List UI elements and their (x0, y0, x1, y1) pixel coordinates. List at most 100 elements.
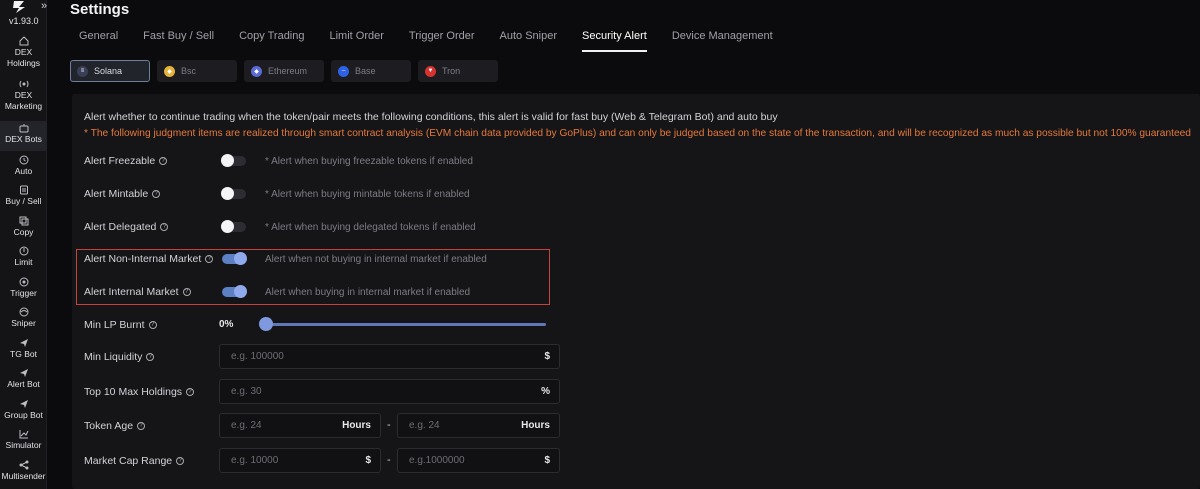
alert-internal-market-hint: Alert when buying in internal market if … (265, 287, 471, 298)
alert-freezable-toggle[interactable] (221, 154, 246, 167)
alert-delegated-hint: * Alert when buying delegated tokens if … (265, 222, 476, 233)
help-icon[interactable]: ? (205, 255, 214, 263)
tab-copy-trading[interactable]: Copy Trading (239, 30, 304, 52)
sidebar-item-buy-sell[interactable]: Buy / Sell (0, 185, 47, 207)
min-liquidity-label: Min Liquidity? (84, 351, 155, 363)
help-icon[interactable]: ? (137, 422, 146, 430)
sidebar-item-dex-marketing[interactable]: DEX Marketing (0, 79, 47, 112)
alert-non-internal-market-label: Alert Non-Internal Market? (84, 253, 214, 265)
tab-auto-sniper[interactable]: Auto Sniper (500, 30, 557, 52)
sidebar-item-multisender[interactable]: Multisender (0, 460, 47, 482)
alert-mintable-label: Alert Mintable? (84, 188, 161, 200)
sidebar-item-dex-bots[interactable]: DEX Bots (0, 121, 47, 151)
dollar-unit: $ (544, 455, 550, 466)
help-icon[interactable]: ? (176, 457, 185, 465)
hours-unit: Hours (342, 420, 371, 431)
send-icon (19, 399, 29, 409)
expand-sidebar-icon[interactable]: » (41, 0, 47, 12)
send-icon (19, 338, 29, 348)
sniper-icon (19, 307, 29, 317)
top10-max-holdings-label: Top 10 Max Holdings? (84, 386, 195, 398)
alert-description: Alert whether to continue trading when t… (84, 111, 778, 123)
help-icon[interactable]: ? (186, 388, 195, 396)
token-age-label: Token Age? (84, 420, 146, 432)
send-icon (19, 368, 29, 378)
min-liquidity-input[interactable]: e.g. 100000 $ (219, 344, 560, 369)
signal-icon (19, 79, 29, 89)
tab-trigger-order[interactable]: Trigger Order (409, 30, 475, 52)
solana-icon: ≡ (77, 65, 88, 77)
alert-freezable-label: Alert Freezable? (84, 155, 168, 167)
min-lp-burnt-label: Min LP Burnt? (84, 319, 157, 331)
app-version: v1.93.0 (9, 16, 39, 26)
tab-fast-buy-sell[interactable]: Fast Buy / Sell (143, 30, 214, 52)
alert-internal-market-toggle[interactable] (222, 285, 247, 298)
chain-bsc[interactable]: ◆ Bsc (157, 60, 237, 82)
min-lp-burnt-slider-thumb[interactable] (259, 317, 273, 331)
logo-icon (13, 1, 25, 13)
home-icon (19, 36, 29, 46)
chain-ethereum[interactable]: ◆ Ethereum (244, 60, 324, 82)
sidebar-item-trigger[interactable]: Trigger (0, 277, 47, 299)
market-cap-max-input[interactable]: e.g.1000000 $ (397, 448, 560, 473)
tab-general[interactable]: General (79, 30, 118, 52)
alert-mintable-toggle[interactable] (221, 187, 246, 200)
security-alert-panel: Alert whether to continue trading when t… (72, 94, 1200, 489)
alert-delegated-toggle[interactable] (221, 220, 246, 233)
alert-warning: * The following judgment items are reali… (84, 128, 1191, 139)
top10-max-holdings-input[interactable]: e.g. 30 % (219, 379, 560, 404)
alert-mintable-hint: * Alert when buying mintable tokens if e… (265, 189, 470, 200)
token-age-max-input[interactable]: e.g. 24 Hours (397, 413, 560, 438)
base-icon: – (338, 65, 349, 77)
alert-delegated-label: Alert Delegated? (84, 221, 169, 233)
sidebar-item-alert-bot[interactable]: Alert Bot (0, 368, 47, 390)
chain-selector: ≡ Solana ◆ Bsc ◆ Ethereum – Base ▼ Tron (70, 60, 505, 82)
market-cap-range-label: Market Cap Range? (84, 455, 185, 467)
limit-icon (19, 246, 29, 256)
ethereum-icon: ◆ (251, 65, 262, 77)
sidebar-item-tg-bot[interactable]: TG Bot (0, 338, 47, 360)
document-icon (19, 185, 29, 195)
range-separator: - (387, 419, 391, 431)
tab-security-alert[interactable]: Security Alert (582, 30, 647, 52)
alert-freezable-hint: * Alert when buying freezable tokens if … (265, 156, 473, 167)
min-lp-burnt-slider-track[interactable] (266, 323, 546, 326)
trigger-icon (19, 277, 29, 287)
chart-icon (19, 429, 29, 439)
share-icon (19, 460, 29, 470)
sidebar-item-auto[interactable]: Auto (0, 155, 47, 177)
sidebar-item-simulator[interactable]: Simulator (0, 429, 47, 451)
bsc-icon: ◆ (164, 65, 175, 77)
chain-solana[interactable]: ≡ Solana (70, 60, 150, 82)
percent-unit: % (541, 386, 550, 397)
help-icon[interactable]: ? (152, 190, 161, 198)
chain-base[interactable]: – Base (331, 60, 411, 82)
dollar-unit: $ (365, 455, 371, 466)
help-icon[interactable]: ? (182, 288, 191, 296)
sidebar-item-group-bot[interactable]: Group Bot (0, 399, 47, 421)
help-icon[interactable]: ? (146, 353, 155, 361)
alert-internal-market-label: Alert Internal Market? (84, 286, 191, 298)
alert-non-internal-market-hint: Alert when not buying in internal market… (265, 254, 487, 265)
sidebar-item-sniper[interactable]: Sniper (0, 307, 47, 329)
range-separator: - (387, 454, 391, 466)
hours-unit: Hours (521, 420, 550, 431)
tab-limit-order[interactable]: Limit Order (330, 30, 384, 52)
copy-icon (19, 216, 29, 226)
sidebar: » v1.93.0 DEX Holdings DEX Marketing DEX… (0, 0, 47, 489)
token-age-min-input[interactable]: e.g. 24 Hours (219, 413, 381, 438)
chain-tron[interactable]: ▼ Tron (418, 60, 498, 82)
help-icon[interactable]: ? (159, 157, 168, 165)
dollar-unit: $ (544, 351, 550, 362)
market-cap-min-input[interactable]: e.g. 10000 $ (219, 448, 381, 473)
alert-non-internal-market-toggle[interactable] (222, 252, 247, 265)
help-icon[interactable]: ? (148, 321, 157, 329)
min-lp-burnt-value: 0% (219, 319, 234, 330)
tron-icon: ▼ (425, 65, 436, 77)
tab-device-management[interactable]: Device Management (672, 30, 773, 52)
help-icon[interactable]: ? (160, 223, 169, 231)
sidebar-item-copy[interactable]: Copy (0, 216, 47, 238)
sidebar-item-limit[interactable]: Limit (0, 246, 47, 268)
sidebar-item-dex-holdings[interactable]: DEX Holdings (0, 36, 47, 69)
page-title: Settings (70, 1, 130, 18)
